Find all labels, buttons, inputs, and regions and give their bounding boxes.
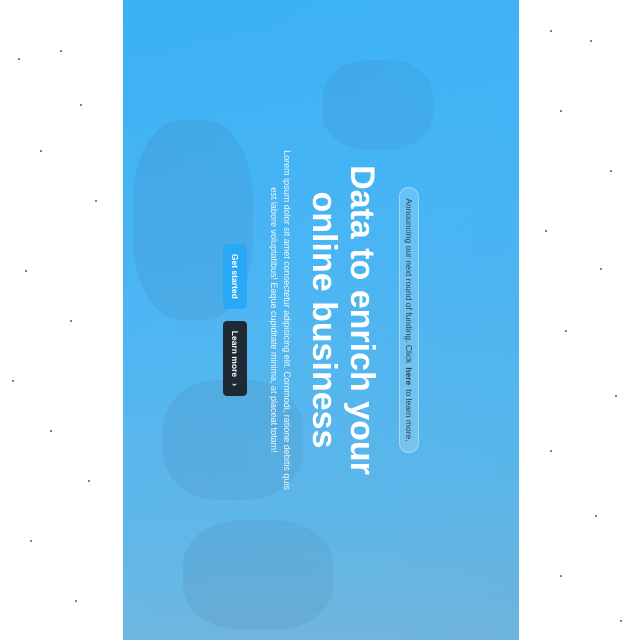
- speckle-dot: [560, 575, 562, 577]
- speckle-dot: [60, 50, 62, 52]
- speckle-dot: [550, 30, 552, 32]
- speckle-dot: [610, 170, 612, 172]
- speckle-dot: [620, 620, 622, 622]
- hero-section: Announcing our next round of funding. Cl…: [123, 0, 519, 640]
- announcement-link[interactable]: here: [404, 367, 414, 385]
- speckle-dot: [25, 270, 27, 272]
- speckle-dot: [600, 268, 602, 270]
- speckle-dot: [80, 104, 82, 106]
- speckle-dot: [88, 480, 90, 482]
- speckle-dot: [75, 600, 77, 602]
- speckle-dot: [18, 58, 20, 60]
- speckle-dot: [40, 150, 42, 152]
- speckle-dot: [30, 540, 32, 542]
- announcement-suffix: to learn more.: [404, 389, 414, 442]
- speckle-dot: [95, 200, 97, 202]
- chevron-right-icon: ›: [230, 383, 241, 387]
- speckle-dot: [615, 395, 617, 397]
- hero-subtitle: Lorem ipsum dolor sit amet consectetur a…: [269, 150, 292, 490]
- speckle-dot: [560, 110, 562, 112]
- hero-title: Data to enrich your online business: [305, 165, 381, 475]
- speckle-dot: [545, 230, 547, 232]
- speckle-dot: [12, 380, 14, 382]
- page: Announcing our next round of funding. Cl…: [0, 0, 640, 640]
- get-started-button[interactable]: Get started: [223, 243, 247, 309]
- hero-content: Announcing our next round of funding. Cl…: [141, 40, 501, 600]
- speckle-dot: [595, 515, 597, 517]
- announcement-banner: Announcing our next round of funding. Cl…: [399, 187, 419, 453]
- learn-more-label: Learn more: [230, 330, 240, 378]
- announcement-text: Announcing our next round of funding. Cl…: [404, 198, 414, 364]
- get-started-label: Get started: [230, 253, 240, 299]
- speckle-dot: [565, 330, 567, 332]
- speckle-dot: [590, 40, 592, 42]
- speckle-dot: [550, 450, 552, 452]
- speckle-dot: [70, 320, 72, 322]
- hero-buttons: Learn more › Get started: [223, 243, 247, 397]
- learn-more-button[interactable]: Learn more ›: [223, 320, 247, 397]
- speckle-dot: [50, 430, 52, 432]
